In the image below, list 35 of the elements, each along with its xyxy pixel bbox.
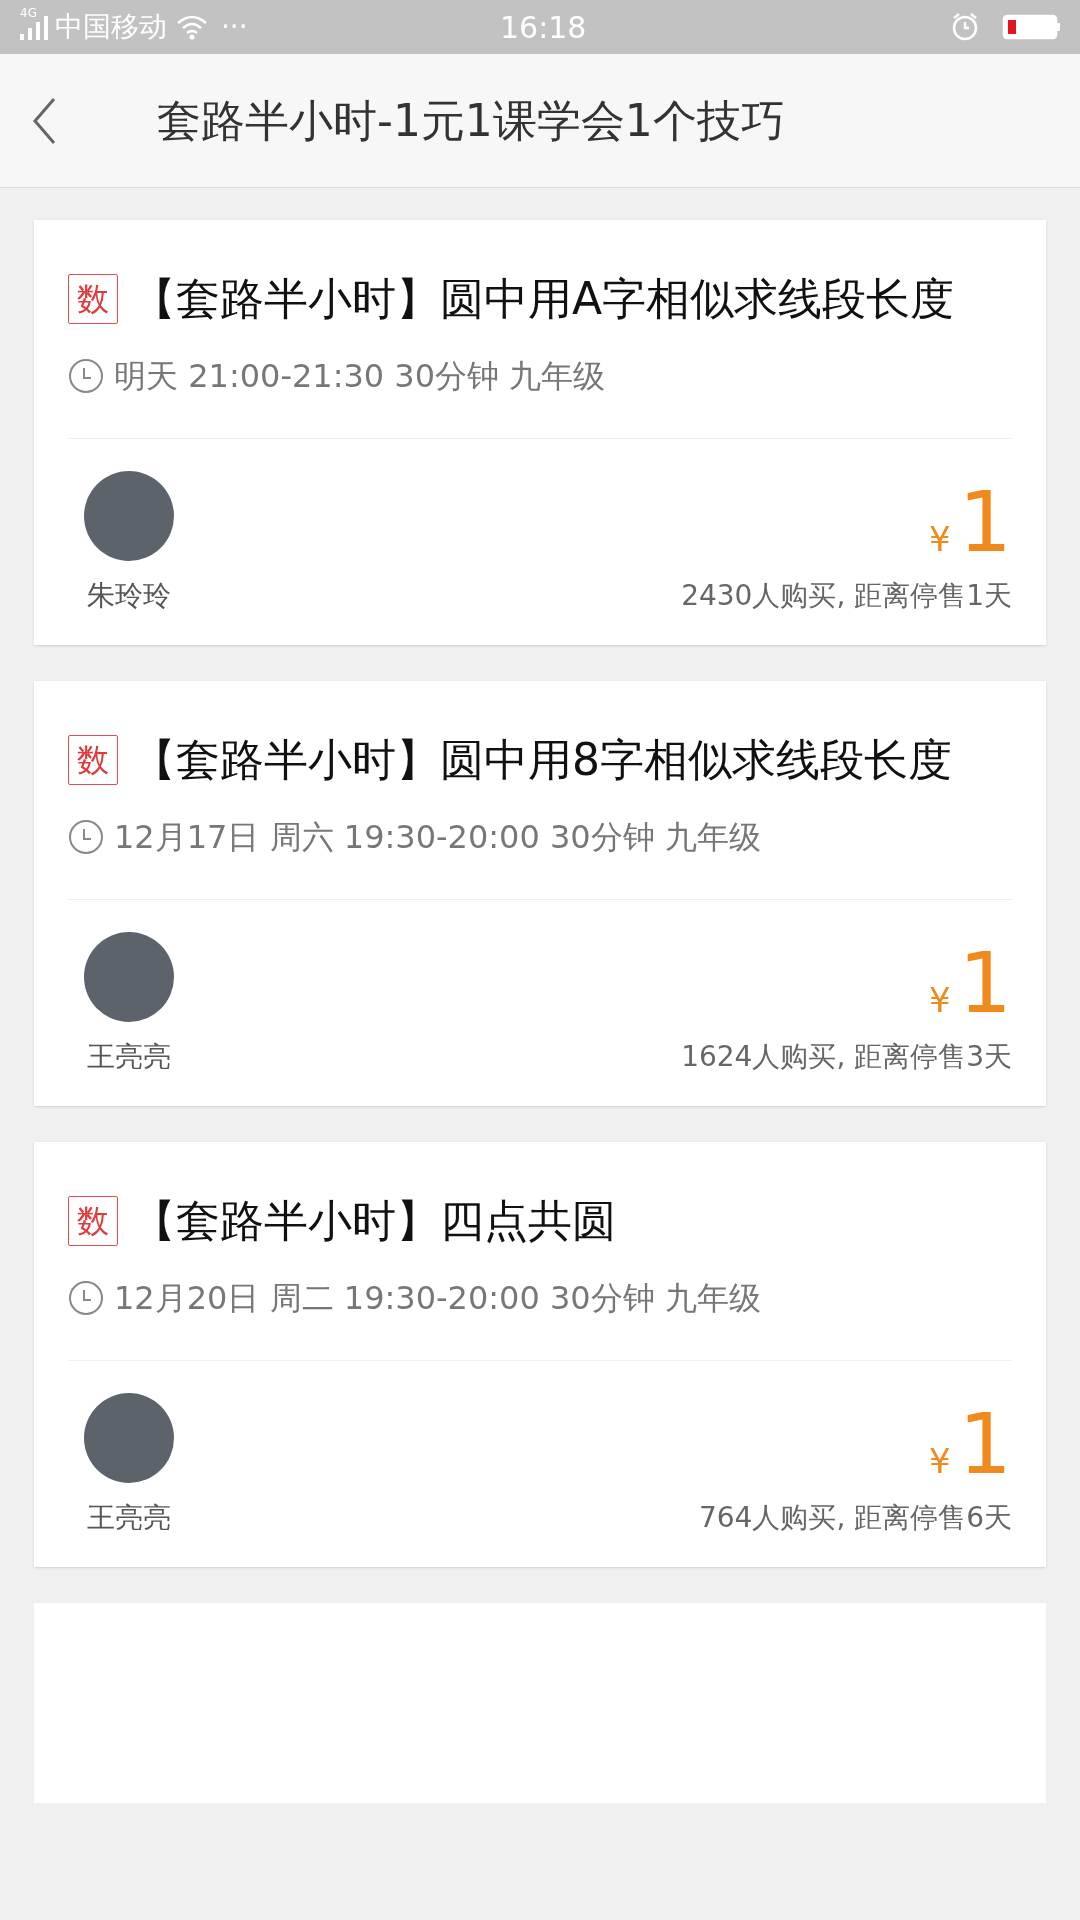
price: 1 xyxy=(958,938,1012,1028)
currency-symbol: ¥ xyxy=(928,1440,951,1483)
alarm-icon xyxy=(950,12,980,42)
course-title: 【套路半小时】圆中用8字相似求线段长度 xyxy=(132,734,952,785)
subject-tag: 数 xyxy=(68,1196,118,1246)
course-card[interactable]: 数 【套路半小时】四点共圆 12月20日 周二 19:30-20:00 30分钟 九年级 王亮亮 ¥1 764人购买, 距离停售6天 xyxy=(34,1142,1046,1567)
course-title: 【套路半小时】圆中用A字相似求线段长度 xyxy=(132,273,955,324)
clock-icon xyxy=(68,358,104,394)
battery-icon xyxy=(1002,13,1062,41)
clock-icon xyxy=(68,1280,104,1316)
course-title: 【套路半小时】四点共圆 xyxy=(132,1195,616,1246)
more-indicator: ··· xyxy=(220,9,248,45)
back-icon xyxy=(32,96,56,145)
teacher-name: 王亮亮 xyxy=(87,1500,171,1536)
network-type: 4G xyxy=(20,5,37,22)
clock-icon xyxy=(68,819,104,855)
price: 1 xyxy=(958,1399,1012,1489)
subject-tag: 数 xyxy=(68,735,118,785)
schedule-text: 12月20日 周二 19:30-20:00 30分钟 九年级 xyxy=(114,1278,761,1319)
course-card[interactable]: 数 【套路半小时】圆中用A字相似求线段长度 明天 21:00-21:30 30分钟 九年级 朱玲玲 ¥1 2430人购买, 距离停售1天 xyxy=(34,220,1046,645)
schedule-text: 12月17日 周六 19:30-20:00 30分钟 九年级 xyxy=(114,817,761,858)
carrier-name: 中国移动 xyxy=(54,9,167,45)
sales-info: 764人购买, 距离停售6天 xyxy=(698,1500,1012,1536)
clock-time: 16:18 xyxy=(500,8,587,47)
subject-tag: 数 xyxy=(68,274,118,324)
sales-info: 2430人购买, 距离停售1天 xyxy=(681,578,1012,614)
page-title: 套路半小时-1元1课学会1个技巧 xyxy=(157,93,785,148)
course-card[interactable]: 数 【套路半小时】圆中用8字相似求线段长度 12月17日 周六 19:30-20:00 30分钟 九年级 王亮亮 ¥1 1624人购买, 距离停售3天 xyxy=(34,681,1046,1106)
currency-symbol: ¥ xyxy=(928,518,951,561)
sales-info: 1624人购买, 距离停售3天 xyxy=(681,1039,1012,1075)
price: 1 xyxy=(958,477,1012,567)
currency-symbol: ¥ xyxy=(928,979,951,1022)
teacher-name: 朱玲玲 xyxy=(87,578,171,614)
teacher-name: 王亮亮 xyxy=(87,1039,171,1075)
schedule-text: 明天 21:00-21:30 30分钟 九年级 xyxy=(114,356,606,397)
